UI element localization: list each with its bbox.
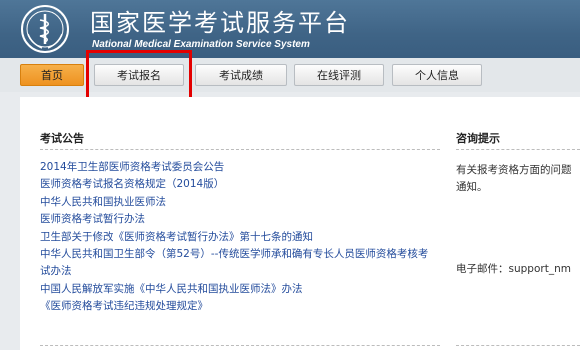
divider <box>40 345 440 346</box>
notices-title: 考试公告 <box>40 132 84 145</box>
site-header: 国家医学考试服务平台 National Medical Examination … <box>0 0 580 58</box>
notice-link[interactable]: 卫生部关于修改《医师资格考试暂行办法》第十七条的通知 <box>40 229 440 246</box>
tab-home[interactable]: 首页 <box>20 64 84 86</box>
consult-text: 有关报考资格方面的问题 通知。 <box>456 162 580 196</box>
consult-email: 电子邮件：support_nm <box>456 263 571 275</box>
notice-link[interactable]: 中华人民共和国执业医师法 <box>40 194 440 211</box>
site-title: 国家医学考试服务平台 <box>90 9 350 37</box>
tab-personal-info[interactable]: 个人信息 <box>392 64 482 86</box>
divider <box>456 345 580 346</box>
consult-line: 有关报考资格方面的问题 <box>456 164 572 176</box>
site-subtitle: National Medical Examination Service Sys… <box>92 39 310 50</box>
tab-online-assessment[interactable]: 在线评测 <box>294 64 384 86</box>
consult-title: 咨询提示 <box>456 132 500 145</box>
tab-exam-registration[interactable]: 考试报名 <box>94 64 184 86</box>
notice-link[interactable]: 医师资格考试暂行办法 <box>40 211 440 228</box>
medical-logo-icon <box>21 5 69 53</box>
notice-list: 2014年卫生部医师资格考试委员会公告 医师资格考试报名资格规定（2014版） … <box>40 159 440 316</box>
divider <box>456 149 580 150</box>
consult-line: 通知。 <box>456 181 488 193</box>
notice-link[interactable]: 2014年卫生部医师资格考试委员会公告 <box>40 159 440 176</box>
notice-link[interactable]: 中华人民共和国卫生部令（第52号）--传统医学师承和确有专长人员医师资格考核考试… <box>40 246 436 281</box>
main-content: 考试公告 2014年卫生部医师资格考试委员会公告 医师资格考试报名资格规定（20… <box>20 97 580 350</box>
tab-exam-scores[interactable]: 考试成绩 <box>195 64 287 86</box>
notice-link[interactable]: 医师资格考试报名资格规定（2014版） <box>40 176 440 193</box>
notice-link[interactable]: 《医师资格考试违纪违规处理规定》 <box>40 298 440 315</box>
notice-link[interactable]: 中国人民解放军实施《中华人民共和国执业医师法》办法 <box>40 281 440 298</box>
divider <box>40 149 440 150</box>
main-navigation: 首页 考试报名 考试成绩 在线评测 个人信息 <box>0 58 580 92</box>
